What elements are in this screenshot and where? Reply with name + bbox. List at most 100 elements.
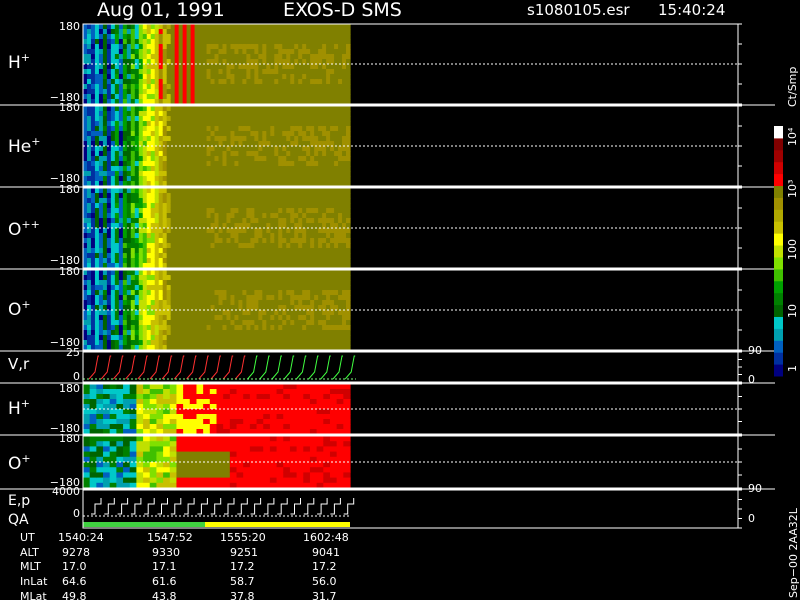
pixel-o_plus-14-0 [138,270,144,276]
pixel-h_plus-11-9 [126,69,132,75]
pixel-he_plus-42-4 [250,126,255,132]
pixel-o_plus-58-10 [314,320,319,326]
pixel-h_plus-14-5 [138,49,144,55]
pixel-he_plus-14-10 [138,156,144,162]
pixel-o_pp-27-11 [190,243,196,249]
pixel-o_plus-37-4 [230,290,236,296]
pixel-h_plus-34-0 [218,24,224,30]
pixel-h_plus2-34-7 [309,419,318,425]
pixel-o_pp-63-0 [334,188,339,194]
pixel-o_pp-48-11 [274,243,279,249]
pixel-o_pp-23-8 [174,228,180,234]
pixel-h_plus-49-1 [278,29,283,35]
pixel-he_plus-3-11 [94,161,100,167]
pixel-o_pp-27-12 [190,248,196,254]
pixel-o_plus-59-3 [318,285,323,291]
pixel-o_plus-26-4 [186,290,192,296]
pixel-h_plus2-12-2 [163,394,171,400]
pixel-h_plus2-15-7 [183,419,191,425]
pixel-o_plus-52-9 [290,315,295,321]
pixel-o_pp-41-12 [246,248,251,254]
pixel-he_plus-55-0 [302,106,307,112]
pixel-o_plus-24-11 [178,325,184,331]
pixel-he_plus-63-10 [334,156,339,162]
pixel-o_pp-13-11 [134,243,140,249]
pixel-h_plus-54-13 [298,89,303,95]
pixel-o_plus-28-0 [194,270,200,276]
pixel-h_plus-35-12 [222,84,228,90]
pixel-o_pp-28-12 [194,248,200,254]
pixel-o_plus-3-11 [94,325,100,331]
pixel-h_plus-56-9 [306,69,311,75]
pixel-he_plus-51-2 [286,116,291,122]
pixel-he_plus-21-14 [166,176,172,182]
pixel-h_plus-18-9 [154,69,160,75]
pixel-o_pp-33-1 [214,193,220,199]
pixel-o_plus-11-13 [126,335,132,341]
pixel-h_plus2-5-0 [116,384,124,390]
pixel-o_pp-53-5 [294,213,299,219]
pixel-h_plus-34-14 [218,94,224,100]
pixel-he_plus-0-13 [83,171,88,177]
pixel-o_pp-57-8 [310,228,315,234]
pixel-he_plus-12-1 [130,111,136,117]
pixel-he_plus-66-0 [346,106,351,112]
pixel-o_plus-9-2 [118,280,124,286]
pixel-o_pp-10-8 [122,228,128,234]
pixel-o_plus-47-6 [270,300,275,306]
pixel-h_plus-16-5 [146,49,152,55]
pixel-o_plus2-21-2 [223,446,231,453]
pixel-h_plus2-8-1 [136,389,144,395]
pixel-h_plus-27-14 [190,94,196,100]
pixel-he_plus-60-5 [322,131,327,137]
pixel-o_plus-41-0 [246,270,251,276]
pixel-o_plus-39-4 [238,290,244,296]
pixel-o_plus2-2-6 [96,467,104,473]
pixel-he_plus-19-6 [158,136,164,142]
pixel-h_plus-35-8 [222,64,228,70]
pixel-h_plus2-13-3 [169,399,178,405]
pixel-he_plus-21-5 [166,131,172,137]
pixel-h_plus-11-1 [126,29,132,35]
pixel-o_plus-65-5 [342,295,347,301]
pixel-h_plus-7-0 [110,24,116,30]
pixel-h_plus-47-5 [270,49,275,55]
pixel-o_plus-50-4 [282,290,287,296]
pixel-o_plus-49-5 [278,295,283,301]
pixel-h_plus-49-13 [278,89,283,95]
pixel-o_plus-32-9 [210,315,216,321]
pixel-o_pp-1-1 [86,193,92,199]
pixel-h_plus-61-6 [326,54,331,60]
pixel-he_plus-16-1 [146,111,152,117]
pixel-he_plus-37-0 [230,106,236,112]
pixel-h_plus2-2-8 [96,424,104,430]
pixel-he_plus-51-10 [286,156,291,162]
pixel-o_plus-57-8 [310,310,315,316]
pixel-o_plus2-0-5 [83,462,91,468]
pixel-h_plus-50-13 [282,89,287,95]
pixel-o_plus2-3-7 [103,472,111,479]
pixel-h_plus2-36-5 [323,409,331,415]
pixel-o_plus-0-6 [83,300,88,306]
pixel-h_plus-64-2 [338,34,343,40]
pixel-h_plus-3-2 [94,34,100,40]
pixel-o_plus-48-10 [274,320,279,326]
pixel-o_plus2-9-6 [143,467,151,473]
pixel-he_plus-33-1 [214,111,220,117]
pixel-o_plus-7-6 [110,300,116,306]
pixel-o_pp-63-13 [334,253,339,259]
pixel-he_plus-11-6 [126,136,132,142]
pixel-o_plus-46-0 [266,270,271,276]
pixel-h_plus-49-10 [278,74,283,80]
pixel-he_plus-62-10 [330,156,335,162]
pixel-o_pp-19-5 [158,213,164,219]
pixel-he_plus-19-2 [158,116,164,122]
pixel-o_pp-44-13 [258,253,263,259]
pixel-o_plus-46-3 [266,285,271,291]
pixel-he_plus-33-6 [214,136,220,142]
pixel-o_plus-25-3 [182,285,188,291]
pixel-h_plus2-9-1 [143,389,151,395]
pixel-o_pp-59-13 [318,253,323,259]
pixel-h_plus2-24-8 [243,424,251,430]
pixel-he_plus-46-6 [266,136,271,142]
